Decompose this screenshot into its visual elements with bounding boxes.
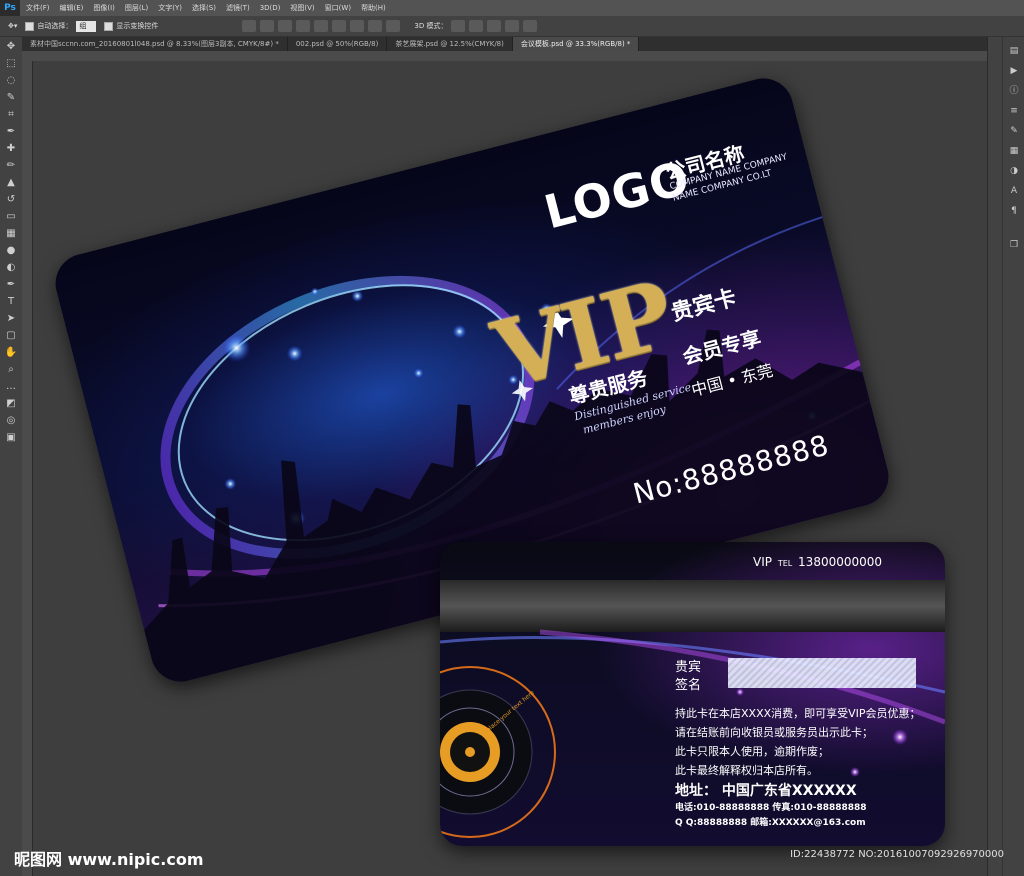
swatches-panel-icon[interactable]: ▦: [1008, 145, 1020, 157]
shape-icon[interactable]: ▢: [4, 329, 18, 343]
distribute-icon[interactable]: [350, 20, 365, 32]
3d-slide-icon[interactable]: [505, 20, 520, 32]
vip-card-back: place your text here VIP TEL 13800000000…: [440, 542, 945, 846]
dodge-icon[interactable]: ◐: [4, 261, 18, 275]
paragraph-panel-icon[interactable]: ¶: [1008, 205, 1020, 217]
distribute-v-icon[interactable]: [386, 20, 401, 32]
back-tel-label: TEL: [777, 559, 793, 568]
blur-icon[interactable]: ●: [4, 244, 18, 258]
menu-view[interactable]: 视图(V): [290, 3, 314, 13]
gradient-icon[interactable]: ▦: [4, 227, 18, 241]
3d-mode-label: 3D 模式：: [414, 22, 448, 30]
card-rules: 持此卡在本店XXXX消费，即可享受VIP会员优惠； 请在结账前向收银员或服务员出…: [675, 704, 921, 780]
image-id-text: ID:22438772 NO:20161007092926970000: [790, 849, 1004, 860]
tab-002[interactable]: 002.psd @ 50%(RGB/8): [288, 37, 388, 51]
tab-meeting-template[interactable]: 会议模板.psd @ 33.3%(RGB/8) *: [512, 37, 640, 51]
properties-panel-icon[interactable]: ≡: [1008, 105, 1020, 117]
menu-edit[interactable]: 编辑(E): [60, 3, 84, 13]
signature-label-2: 签名: [675, 678, 702, 693]
document-tabs: 素材中国sccnn.com_20160801l048.psd @ 8.33%(图…: [22, 37, 987, 51]
show-transform-label: 显示变换控件: [116, 22, 159, 30]
quick-select-icon[interactable]: ✎: [4, 91, 18, 105]
history-brush-icon[interactable]: ↺: [4, 193, 18, 207]
menu-type[interactable]: 文字(Y): [158, 3, 182, 13]
align-bottom-icon[interactable]: [278, 20, 293, 32]
hand-icon[interactable]: ✋: [4, 346, 18, 360]
signature-panel[interactable]: [728, 658, 916, 688]
more-tools-icon[interactable]: …: [4, 380, 18, 394]
photoshop-logo: Ps: [0, 0, 20, 16]
align-center-icon[interactable]: [314, 20, 329, 32]
brush-panel-icon[interactable]: ✎: [1008, 125, 1020, 137]
signature-label-1: 贵宾: [675, 660, 702, 675]
3d-panel-icon[interactable]: ❒: [1008, 239, 1020, 251]
auto-select-checkbox[interactable]: [25, 21, 35, 31]
nipic-watermark: 昵图网 www.nipic.com: [14, 850, 204, 869]
color-swatch-icon[interactable]: ◩: [4, 397, 18, 411]
rule-line-3: 此卡只限本人使用，逾期作废；: [675, 745, 829, 758]
align-middle-icon[interactable]: [260, 20, 275, 32]
align-top-icon[interactable]: [242, 20, 257, 32]
rule-line-1: 持此卡在本店XXXX消费，即可享受VIP会员优惠；: [675, 707, 921, 720]
menu-file[interactable]: 文件(F): [26, 3, 50, 13]
move-tool-icon[interactable]: ✥▾: [8, 22, 17, 30]
healing-icon[interactable]: ✚: [4, 142, 18, 156]
back-tel-header: VIP TEL 13800000000: [753, 555, 882, 569]
menu-filter[interactable]: 滤镜(T): [226, 3, 250, 13]
distribute-h-icon[interactable]: [368, 20, 383, 32]
rule-line-2: 请在结账前向收银员或服务员出示此卡；: [675, 726, 873, 739]
rule-line-4: 此卡最终解释权归本店所有。: [675, 764, 818, 777]
show-transform-checkbox[interactable]: [104, 21, 114, 31]
menu-help[interactable]: 帮助(H): [361, 3, 386, 13]
align-right-icon[interactable]: [332, 20, 347, 32]
auto-select-label: 自动选择：: [37, 22, 73, 30]
eyedropper-icon[interactable]: ✒: [4, 125, 18, 139]
3d-rotate-icon[interactable]: [451, 20, 466, 32]
address-line: 地址： 中国广东省XXXXXX: [675, 783, 857, 799]
menu-bar: Ps 文件(F) 编辑(E) 图像(I) 图层(L) 文字(Y) 选择(S) 滤…: [0, 0, 1024, 16]
marquee-icon[interactable]: ⬚: [4, 57, 18, 71]
history-panel-icon[interactable]: ▤: [1008, 45, 1020, 57]
tab-sccnn[interactable]: 素材中国sccnn.com_20160801l048.psd @ 8.33%(图…: [22, 37, 288, 51]
options-bar: ✥▾ 自动选择： 组 显示变换控件 3D 模式：: [0, 16, 1024, 37]
menu-image[interactable]: 图像(I): [93, 3, 115, 13]
zoom-icon[interactable]: ⌕: [4, 363, 18, 377]
stamp-icon[interactable]: ▲: [4, 176, 18, 190]
pen-icon[interactable]: ✒: [4, 278, 18, 292]
menu-layer[interactable]: 图层(L): [125, 3, 148, 13]
vertical-ruler: [22, 61, 33, 876]
lasso-icon[interactable]: ◌: [4, 74, 18, 88]
3d-scale-icon[interactable]: [523, 20, 538, 32]
actions-panel-icon[interactable]: ▶: [1008, 65, 1020, 77]
eraser-icon[interactable]: ▭: [4, 210, 18, 224]
menu-window[interactable]: 窗口(W): [325, 3, 351, 13]
screen-mode-icon[interactable]: ▣: [4, 431, 18, 445]
menu-select[interactable]: 选择(S): [192, 3, 216, 13]
right-panel-dock: ▤ ▶ ⓘ ≡ ✎ ▦ ◑ A ¶ ❒: [987, 37, 1024, 876]
3d-pan-icon[interactable]: [487, 20, 502, 32]
back-tel-vip: VIP: [753, 555, 772, 569]
character-panel-icon[interactable]: A: [1008, 185, 1020, 197]
menu-3d[interactable]: 3D(D): [260, 4, 281, 12]
3d-roll-icon[interactable]: [469, 20, 484, 32]
tools-panel: ✥ ⬚ ◌ ✎ ⌗ ✒ ✚ ✏ ▲ ↺ ▭ ▦ ● ◐ ✒ T ➤ ▢ ✋ ⌕ …: [0, 37, 23, 876]
adjustments-panel-icon[interactable]: ◑: [1008, 165, 1020, 177]
path-select-icon[interactable]: ➤: [4, 312, 18, 326]
qq-email-line: Q Q:88888888 邮箱:XXXXXX@163.com: [675, 818, 866, 828]
auto-select-dropdown[interactable]: 组: [76, 20, 97, 32]
align-left-icon[interactable]: [296, 20, 311, 32]
quick-mask-icon[interactable]: ◎: [4, 414, 18, 428]
crop-icon[interactable]: ⌗: [4, 108, 18, 122]
phone-line: 电话:010-88888888 传真:010-88888888: [675, 803, 867, 813]
info-panel-icon[interactable]: ⓘ: [1008, 85, 1020, 97]
type-icon[interactable]: T: [4, 295, 18, 309]
tab-tea[interactable]: 茶艺展架.psd @ 12.5%(CMYK/8): [387, 37, 513, 51]
brush-icon[interactable]: ✏: [4, 159, 18, 173]
back-tel-number: 13800000000: [798, 555, 883, 569]
move-icon[interactable]: ✥: [4, 40, 18, 54]
